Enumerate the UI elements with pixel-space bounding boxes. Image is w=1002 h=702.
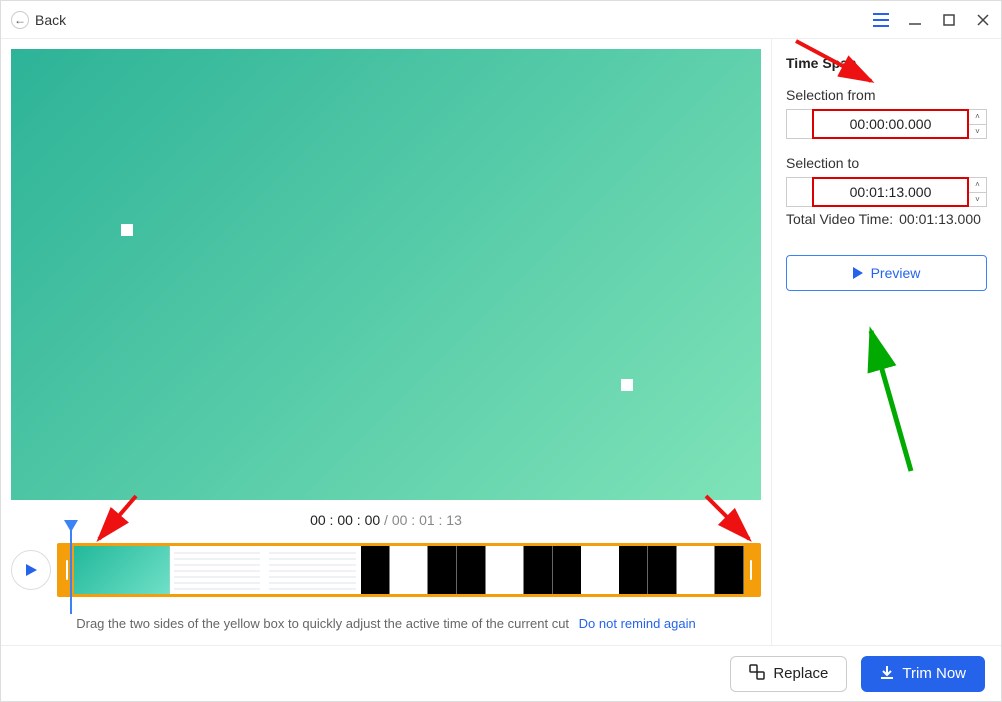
playback-time-display: 00 : 00 : 00 / 00 : 01 : 13 bbox=[11, 500, 761, 534]
minimize-icon[interactable] bbox=[907, 12, 923, 28]
selection-from-value: 00:00:00.000 bbox=[850, 116, 932, 132]
selection-from-step-up[interactable]: ˄ bbox=[969, 110, 986, 125]
trim-timeline[interactable] bbox=[57, 543, 761, 597]
selection-from-label: Selection from bbox=[786, 87, 987, 103]
video-content-marker bbox=[621, 379, 633, 391]
timeline-thumb bbox=[553, 546, 649, 594]
play-icon bbox=[853, 267, 863, 279]
back-label: Back bbox=[35, 12, 66, 28]
selection-from-input[interactable]: 00:00:00.000 bbox=[812, 109, 969, 139]
trim-handle-right[interactable] bbox=[744, 546, 758, 594]
sidebar-title: Time Span bbox=[786, 55, 987, 71]
selection-to-value: 00:01:13.000 bbox=[850, 184, 932, 200]
selection-from-step-down[interactable]: ˅ bbox=[969, 125, 986, 139]
close-icon[interactable] bbox=[975, 12, 991, 28]
timeline-thumbnails[interactable] bbox=[74, 546, 744, 594]
preview-button[interactable]: Preview bbox=[786, 255, 987, 291]
total-playback-time: 00 : 01 : 13 bbox=[392, 512, 462, 528]
replace-icon bbox=[749, 664, 765, 683]
current-playback-time: 00 : 00 : 00 bbox=[310, 512, 380, 528]
selection-to-step-up[interactable]: ˄ bbox=[969, 178, 986, 193]
trim-now-button[interactable]: Trim Now bbox=[861, 656, 985, 692]
selection-to-prefix bbox=[786, 177, 812, 207]
selection-to-step-down[interactable]: ˅ bbox=[969, 193, 986, 207]
selection-to-label: Selection to bbox=[786, 155, 987, 171]
do-not-remind-link[interactable]: Do not remind again bbox=[579, 616, 696, 631]
selection-to-input[interactable]: 00:01:13.000 bbox=[812, 177, 969, 207]
timeline-thumb bbox=[361, 546, 457, 594]
total-time-label: Total Video Time: bbox=[786, 211, 893, 227]
download-icon bbox=[880, 665, 894, 682]
play-button[interactable] bbox=[11, 550, 51, 590]
video-preview bbox=[11, 49, 761, 500]
timeline-thumb bbox=[648, 546, 744, 594]
replace-button[interactable]: Replace bbox=[730, 656, 847, 692]
maximize-icon[interactable] bbox=[941, 12, 957, 28]
timeline-thumb bbox=[457, 546, 553, 594]
hamburger-menu-icon[interactable] bbox=[873, 12, 889, 28]
trim-now-button-label: Trim Now bbox=[902, 665, 966, 682]
hint-text: Drag the two sides of the yellow box to … bbox=[76, 616, 569, 631]
timeline-thumb bbox=[265, 546, 361, 594]
preview-button-label: Preview bbox=[871, 265, 921, 281]
timeline-thumb bbox=[170, 546, 266, 594]
video-content-marker bbox=[121, 224, 133, 236]
replace-button-label: Replace bbox=[773, 665, 828, 682]
back-arrow-icon: ← bbox=[11, 11, 29, 29]
timeline-thumb bbox=[74, 546, 170, 594]
back-button[interactable]: ← Back bbox=[11, 11, 66, 29]
selection-from-prefix bbox=[786, 109, 812, 139]
playhead[interactable] bbox=[70, 526, 72, 614]
total-time-value: 00:01:13.000 bbox=[899, 211, 981, 227]
